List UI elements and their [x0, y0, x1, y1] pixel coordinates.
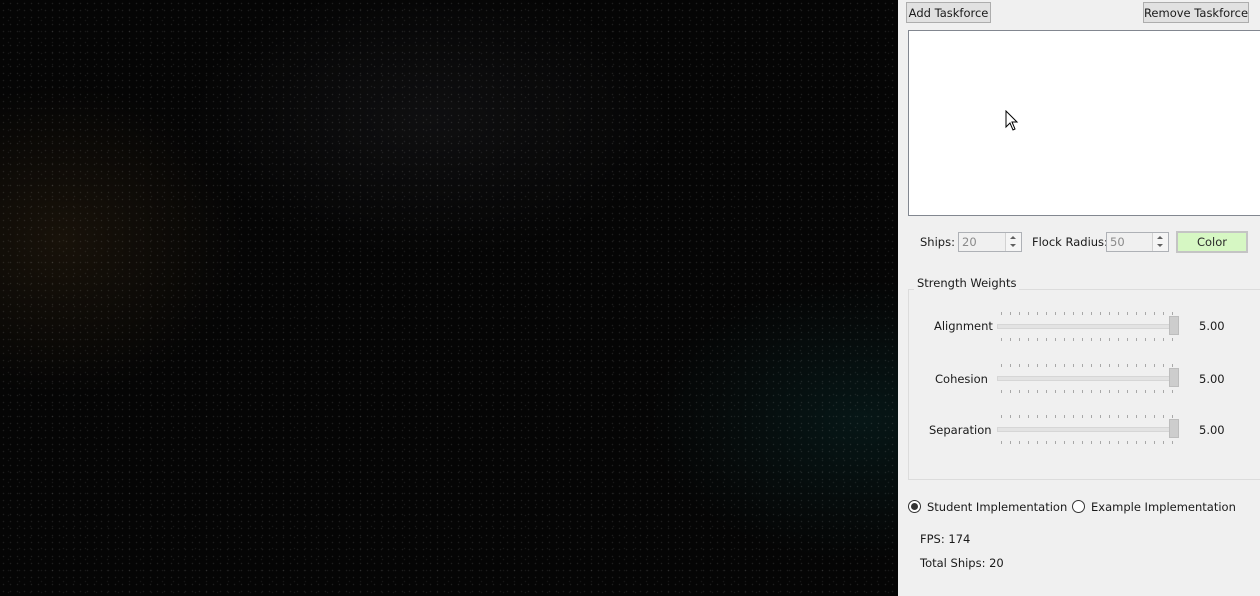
slider-thumb[interactable] — [1169, 316, 1179, 335]
color-button[interactable]: Color — [1176, 231, 1248, 253]
mouse-pointer-icon — [1005, 110, 1019, 131]
arrow-down-icon[interactable] — [1157, 244, 1163, 247]
taskforce-list[interactable] — [908, 30, 1260, 216]
example-implementation-label[interactable]: Example Implementation — [1091, 500, 1236, 514]
slider-ticks — [1001, 415, 1173, 418]
fps-readout: FPS: 174 — [920, 532, 971, 546]
slider-ticks — [1001, 364, 1173, 367]
flock-radius-stepper[interactable]: 50 — [1106, 232, 1169, 252]
alignment-value: 5.00 — [1199, 319, 1225, 333]
flock-radius-label: Flock Radius: — [1032, 235, 1108, 249]
student-implementation-label[interactable]: Student Implementation — [927, 500, 1067, 514]
remove-taskforce-button[interactable]: Remove Taskforce — [1143, 2, 1249, 23]
slider-thumb[interactable] — [1169, 368, 1179, 387]
separation-value: 5.00 — [1199, 423, 1225, 437]
add-taskforce-button[interactable]: Add Taskforce — [906, 2, 991, 23]
cohesion-slider[interactable] — [997, 362, 1179, 396]
arrow-down-icon[interactable] — [1010, 244, 1016, 247]
alignment-label: Alignment — [934, 319, 993, 333]
arrow-up-icon[interactable] — [1157, 236, 1163, 239]
separation-label: Separation — [929, 423, 992, 437]
slider-track[interactable] — [997, 427, 1179, 432]
student-implementation-radio[interactable] — [908, 500, 921, 513]
ships-value: 20 — [962, 235, 977, 249]
slider-ticks — [1001, 312, 1173, 315]
strength-weights-title: Strength Weights — [914, 276, 1020, 290]
slider-track[interactable] — [997, 376, 1179, 381]
slider-track[interactable] — [997, 324, 1179, 329]
flock-radius-value: 50 — [1110, 235, 1125, 249]
slider-ticks — [1001, 338, 1173, 341]
slider-ticks — [1001, 441, 1173, 444]
ships-label: Ships: — [920, 235, 955, 249]
ships-stepper[interactable]: 20 — [958, 232, 1022, 252]
arrow-up-icon[interactable] — [1010, 236, 1016, 239]
slider-thumb[interactable] — [1169, 419, 1179, 438]
cohesion-value: 5.00 — [1199, 372, 1225, 386]
control-panel: Add Taskforce Remove Taskforce Ships: 20… — [898, 0, 1260, 596]
simulation-canvas[interactable] — [0, 0, 898, 596]
total-ships-readout: Total Ships: 20 — [920, 556, 1004, 570]
ships-stepper-arrows[interactable] — [1005, 233, 1021, 251]
separation-slider[interactable] — [997, 413, 1179, 447]
starfield-background — [0, 0, 898, 596]
alignment-slider[interactable] — [997, 310, 1179, 344]
example-implementation-radio[interactable] — [1072, 500, 1085, 513]
slider-ticks — [1001, 390, 1173, 393]
cohesion-label: Cohesion — [935, 372, 988, 386]
flock-radius-stepper-arrows[interactable] — [1152, 233, 1168, 251]
